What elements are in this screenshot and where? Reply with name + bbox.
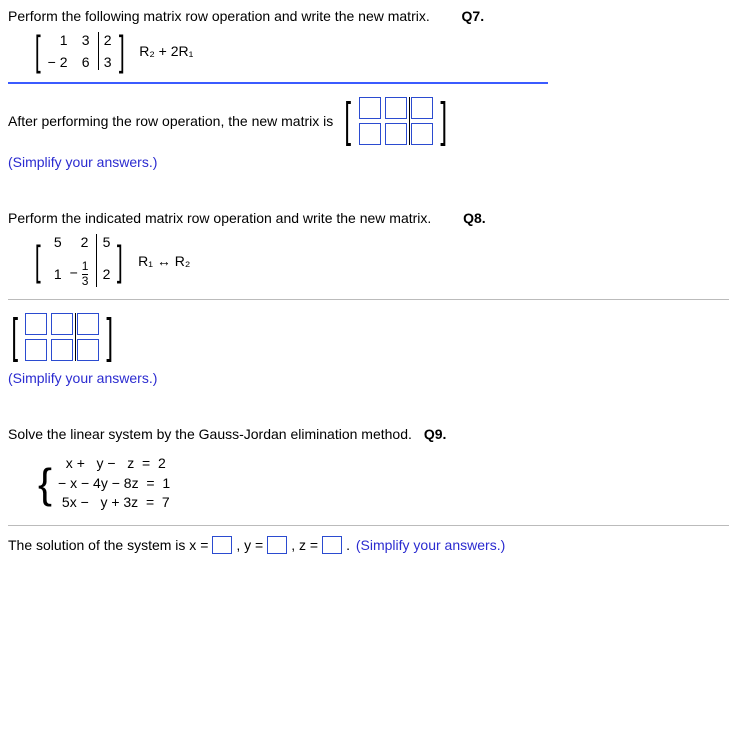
q8-answer-row: [ ] (8, 310, 729, 364)
frac-num: 1 (82, 260, 89, 275)
left-bracket-icon: [ (35, 232, 41, 289)
q7-ans-r1c1[interactable] (359, 97, 381, 119)
q7-result-line: After performing the row operation, the … (8, 94, 729, 148)
q7-m-r1c2: 3 (76, 32, 90, 48)
augment-bar-icon (409, 97, 410, 145)
q7-ans-r2c2[interactable] (385, 123, 407, 145)
q8-m-r2c3: 2 (96, 266, 110, 282)
q9-equations: x + y − z = 2 − x − 4y − 8z = 1 5x − y +… (58, 454, 170, 513)
q9-header: Solve the linear system by the Gauss-Jor… (8, 426, 729, 442)
q9-simplify-inline: (Simplify your answers.) (356, 537, 505, 553)
q7-m-r2c3: 3 (98, 54, 112, 70)
q8-header: Perform the indicated matrix row operati… (8, 210, 729, 226)
q9-x-input[interactable] (212, 536, 232, 554)
right-bracket-icon: ] (117, 232, 123, 289)
q8-m-r2c2: − 1 3 (70, 260, 89, 287)
q7-simplify-note: (Simplify your answers.) (8, 154, 729, 170)
right-bracket-icon: ] (118, 30, 124, 72)
separator-icon (8, 82, 548, 84)
q9-eq3: 5x − y + 3z = 7 (58, 493, 170, 513)
q7-result-prefix: After performing the row operation, the … (8, 113, 333, 129)
q7-prompt: Perform the following matrix row operati… (8, 8, 430, 24)
q7-m-r1c3: 2 (98, 32, 112, 48)
q8-ans-r1c2[interactable] (51, 313, 73, 335)
question-8: Perform the indicated matrix row operati… (8, 210, 729, 386)
q8-m-r1c2: 2 (70, 234, 89, 250)
left-bracket-icon: [ (35, 30, 41, 72)
q7-header: Perform the following matrix row operati… (8, 8, 729, 24)
right-bracket-icon: ] (107, 310, 114, 364)
q8-matrix: [ 5 2 5 1 − 1 3 2 ] (32, 232, 126, 289)
left-brace-icon: { (38, 463, 52, 505)
q8-ans-r2c1[interactable] (25, 339, 47, 361)
q9-eq1: x + y − z = 2 (58, 454, 170, 474)
augment-bar-icon (96, 234, 97, 287)
frac-den: 3 (82, 275, 89, 288)
augment-bar-icon (75, 313, 76, 361)
q7-matrix: [ 1 3 2 − 2 6 3 ] (32, 30, 127, 72)
q7-ans-r1c3[interactable] (411, 97, 433, 119)
q9-solution-line: The solution of the system is x = , y = … (8, 536, 729, 554)
right-bracket-icon: ] (440, 94, 447, 148)
fraction-icon: 1 3 (82, 260, 89, 287)
q7-m-r1c1: 1 (48, 32, 68, 48)
q7-ans-r2c3[interactable] (411, 123, 433, 145)
q7-row-operation: R₂ + 2R₁ (139, 43, 193, 59)
q9-prompt: Solve the linear system by the Gauss-Jor… (8, 426, 412, 442)
q8-label: Q8. (463, 210, 486, 226)
q8-m-r1c1: 5 (48, 234, 62, 250)
q9-z-input[interactable] (322, 536, 342, 554)
q8-row-operation: R₁ ↔ R₂ (138, 253, 190, 269)
question-9: Solve the linear system by the Gauss-Jor… (8, 426, 729, 554)
q7-matrix-expression: [ 1 3 2 − 2 6 3 ] R₂ + 2R₁ (32, 30, 729, 72)
q8-prompt: Perform the indicated matrix row operati… (8, 210, 431, 226)
q7-m-r2c2: 6 (76, 54, 90, 70)
q8-m-r1c3: 5 (96, 234, 110, 250)
q9-sol-z: , z = (291, 537, 318, 553)
q7-label: Q7. (462, 8, 485, 24)
q9-system: { x + y − z = 2 − x − 4y − 8z = 1 5x − y… (38, 454, 729, 513)
q8-ans-r1c1[interactable] (25, 313, 47, 335)
q8-answer-matrix: [ ] (8, 310, 117, 364)
q8-ans-r2c3[interactable] (77, 339, 99, 361)
q8-m-r2c1: 1 (48, 266, 62, 282)
q7-answer-matrix: [ ] (341, 94, 450, 148)
q9-y-input[interactable] (267, 536, 287, 554)
q8-ans-r2c2[interactable] (51, 339, 73, 361)
q9-eq2: − x − 4y − 8z = 1 (58, 474, 170, 494)
augment-bar-icon (98, 32, 99, 70)
q8-matrix-expression: [ 5 2 5 1 − 1 3 2 ] R₁ ↔ R₂ (32, 232, 729, 289)
neg-sign: − (70, 264, 78, 280)
q7-ans-r1c2[interactable] (385, 97, 407, 119)
q9-sol-period: . (346, 537, 354, 553)
q9-sol-y: , y = (236, 537, 263, 553)
question-7: Perform the following matrix row operati… (8, 8, 729, 170)
separator-icon (8, 299, 729, 300)
separator-icon (8, 525, 729, 526)
q9-label: Q9. (424, 426, 447, 442)
q7-m-r2c1: − 2 (48, 54, 68, 70)
q9-sol-prefix: The solution of the system is x = (8, 537, 208, 553)
q8-ans-r1c3[interactable] (77, 313, 99, 335)
left-bracket-icon: [ (11, 310, 18, 364)
left-bracket-icon: [ (345, 94, 352, 148)
q8-simplify-note: (Simplify your answers.) (8, 370, 729, 386)
q7-ans-r2c1[interactable] (359, 123, 381, 145)
